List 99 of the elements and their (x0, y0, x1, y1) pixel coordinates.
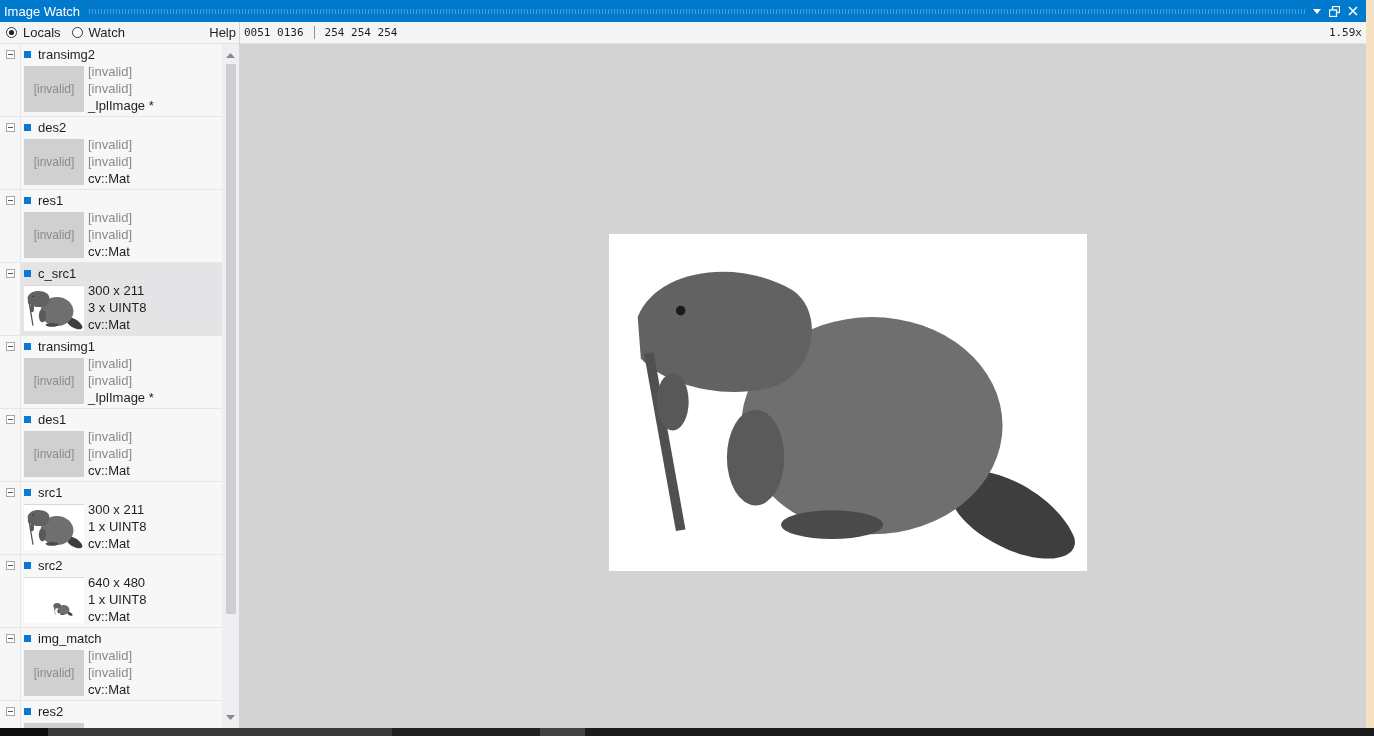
variable-item[interactable]: src2 640 x 480 1 x UINT8 cv::Mat (21, 555, 222, 627)
image-size: [invalid] (88, 355, 133, 372)
collapse-icon[interactable] (5, 634, 15, 643)
radio-icon[interactable] (6, 27, 17, 38)
square-marker-icon (24, 123, 31, 131)
pixel-format: [invalid] (88, 153, 133, 170)
variable-item[interactable]: img_match [invalid] [invalid] [invalid] cv::Mat (21, 628, 222, 700)
variable-item[interactable]: transimg2 [invalid] [invalid] [invalid] _IplImage * (21, 44, 222, 116)
beaver-drawing (53, 603, 73, 616)
caret-icon[interactable] (1313, 8, 1321, 14)
thumbnail-placeholder: [invalid] (24, 66, 84, 112)
collapse-icon[interactable] (5, 196, 15, 205)
type-name: _IplImage * (88, 97, 154, 114)
image-thumbnail[interactable] (24, 577, 84, 623)
pixel-format: 3 x UINT8 (88, 299, 147, 316)
scroll-down-icon[interactable] (226, 715, 235, 720)
square-marker-icon (24, 707, 31, 715)
pixel-coordinates: 0051 0136 (244, 26, 304, 39)
collapse-icon[interactable] (5, 488, 15, 497)
close-icon[interactable] (1348, 6, 1358, 16)
variable-name: transimg1 (38, 338, 96, 354)
image-size: [invalid] (88, 136, 133, 153)
pixel-values: 254 254 254 (324, 26, 398, 39)
image-size: [invalid] (88, 647, 133, 664)
collapse-icon[interactable] (5, 50, 15, 59)
pixel-format: [invalid] (88, 226, 133, 243)
variable-item[interactable]: src1 300 x 211 1 x UINT8 cv::Mat (21, 482, 222, 554)
image-size: [invalid] (88, 209, 133, 226)
type-name: cv::Mat (88, 243, 130, 260)
type-name: cv::Mat (88, 681, 130, 698)
variable-item[interactable]: des2 [invalid] [invalid] [invalid] cv::Mat (21, 117, 222, 189)
type-name: cv::Mat (88, 170, 130, 187)
pixel-format: [invalid] (88, 80, 133, 97)
variable-name: src2 (38, 557, 63, 573)
scrollbar[interactable] (222, 44, 239, 728)
image-size: 300 x 211 (88, 282, 145, 299)
variable-item[interactable]: c_src1 300 x 211 3 x UINT8 cv::Mat (21, 263, 222, 335)
scroll-up-icon[interactable] (226, 53, 235, 58)
image-thumbnail[interactable] (24, 504, 84, 550)
variable-name: src1 (38, 484, 63, 500)
pixel-format: [invalid] (88, 445, 133, 462)
view-mode-radio[interactable]: Locals (6, 25, 61, 40)
variable-name: res2 (38, 703, 64, 719)
square-marker-icon (24, 196, 31, 204)
image-size: 640 x 480 (88, 574, 146, 591)
collapse-icon[interactable] (5, 561, 15, 570)
type-name: cv::Mat (88, 535, 130, 552)
collapse-icon[interactable] (5, 342, 15, 351)
image-size: 300 x 211 (88, 501, 145, 518)
square-marker-icon (24, 488, 31, 496)
variable-name: img_match (38, 630, 102, 646)
variable-item[interactable]: transimg1 [invalid] [invalid] [invalid] _IplImage * (21, 336, 222, 408)
type-name: _IplImage * (88, 389, 154, 406)
variable-name: transimg2 (38, 46, 96, 62)
thumbnail-placeholder: [invalid] (24, 358, 84, 404)
type-name: cv::Mat (88, 316, 130, 333)
thumbnail-placeholder: [invalid] (24, 212, 84, 258)
type-name: cv::Mat (88, 608, 130, 625)
variable-name: c_src1 (38, 265, 77, 281)
restore-icon[interactable] (1329, 5, 1340, 17)
variable-name: des1 (38, 411, 67, 427)
square-marker-icon (24, 269, 31, 277)
collapse-icon[interactable] (5, 415, 15, 424)
thumbnail-placeholder: [invalid] (24, 650, 84, 696)
collapse-icon[interactable] (5, 707, 15, 716)
pixel-format: [invalid] (88, 372, 133, 389)
zoom-level: 1.59x (1328, 26, 1362, 39)
variable-name: des2 (38, 119, 67, 135)
collapse-icon[interactable] (5, 269, 15, 278)
pixel-format: 1 x UINT8 (88, 591, 147, 608)
radio-label[interactable]: Watch (88, 25, 125, 40)
square-marker-icon (24, 50, 31, 58)
beaver-drawing (27, 291, 83, 330)
image-thumbnail[interactable] (24, 285, 84, 331)
square-marker-icon (24, 415, 31, 423)
square-marker-icon (24, 561, 31, 569)
type-name: cv::Mat (88, 462, 130, 479)
scrollbar-thumb[interactable] (225, 64, 236, 614)
image-size: [invalid] (88, 63, 133, 80)
square-marker-icon (24, 342, 31, 350)
thumbnail-placeholder: [invalid] (24, 431, 84, 477)
radio-icon[interactable] (71, 27, 83, 38)
help-link[interactable]: Help (209, 25, 239, 40)
square-marker-icon (24, 634, 31, 642)
beaver-drawing (27, 510, 83, 549)
variable-item[interactable]: res1 [invalid] [invalid] [invalid] cv::Mat (21, 190, 222, 262)
variable-name: res1 (38, 192, 64, 208)
collapse-icon[interactable] (5, 123, 15, 132)
window-title: Image Watch (3, 3, 82, 19)
pixel-format: 1 x UINT8 (88, 518, 147, 535)
variable-item[interactable]: des1 [invalid] [invalid] [invalid] cv::Mat (21, 409, 222, 481)
image-viewer[interactable] (240, 44, 1366, 728)
image-size: [invalid] (88, 428, 133, 445)
variable-item[interactable]: res2 (21, 701, 222, 728)
pixel-format: [invalid] (88, 664, 133, 681)
view-mode-radio[interactable]: Watch (71, 25, 125, 40)
thumbnail-placeholder: [invalid] (24, 139, 84, 185)
radio-label[interactable]: Locals (23, 25, 61, 40)
image-view[interactable] (609, 234, 1087, 571)
